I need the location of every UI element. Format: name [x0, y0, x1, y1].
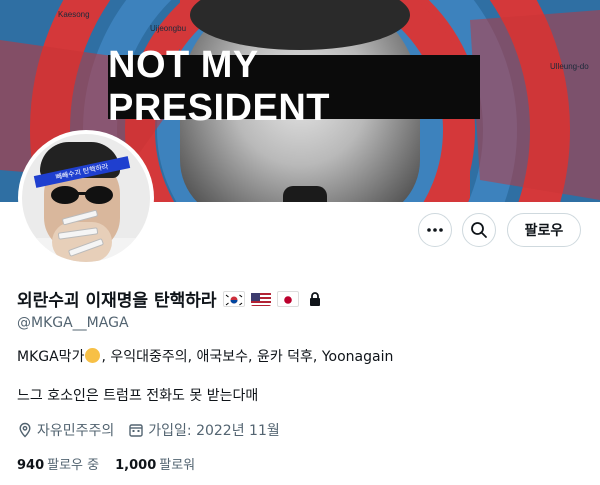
display-name: 외란수괴 이재명을 탄핵하라	[17, 291, 217, 311]
more-horizontal-icon	[427, 228, 443, 232]
bio-text: MKGA막가	[17, 349, 85, 365]
profile-avatar[interactable]: 빼빼수괴 탄핵하라	[18, 130, 154, 266]
joined-text: 가입일: 2022년 11월	[148, 423, 280, 439]
location-pin-icon	[19, 422, 31, 438]
calendar-icon	[129, 424, 143, 437]
map-label-kaesong: Kaesong	[58, 10, 90, 19]
search-icon	[471, 222, 487, 238]
followers-label: 팔로워	[159, 458, 196, 473]
follow-button[interactable]: 팔로우	[507, 213, 581, 247]
following-count: 940	[17, 458, 45, 473]
location-text: 자유민주주의	[37, 423, 115, 439]
display-name-row: 외란수괴 이재명을 탄핵하라	[17, 286, 323, 311]
following-link[interactable]: 940 팔로우 중	[17, 454, 99, 473]
followers-count: 1,000	[115, 458, 157, 473]
banner-microphone	[283, 186, 327, 202]
avatar-image: 빼빼수괴 탄핵하라	[22, 134, 150, 262]
bio-text: , 우익대중주의, 애국보수, 윤카 덕후, Yoonagain	[101, 349, 394, 365]
avatar-sunglasses	[51, 186, 113, 204]
following-label: 팔로우 중	[47, 458, 100, 473]
joined-item: 가입일: 2022년 11월	[128, 420, 280, 440]
profile-handle: @MKGA__MAGA	[17, 315, 129, 331]
followers-link[interactable]: 1,000 팔로워	[115, 454, 195, 473]
map-label-uijeongbu: Uijeongbu	[150, 24, 187, 33]
bio-line-2: 느그 호소인은 트럼프 전화도 못 받는다매	[17, 388, 259, 404]
banner-headline: NOT MY PRESIDENT	[108, 44, 480, 129]
map-label-ulleung: Ulleung-do	[550, 62, 589, 71]
bio-line-1: MKGA막가 , 우익대중주의, 애국보수, 윤카 덕후, Yoonagain	[17, 346, 393, 366]
profile-meta: 자유민주주의 가입일: 2022년 11월	[17, 420, 294, 440]
follow-stats: 940 팔로우 중 1,000 팔로워	[17, 454, 211, 473]
lock-icon	[309, 291, 320, 306]
search-profile-button[interactable]	[462, 213, 496, 247]
japan-flag-icon	[276, 290, 299, 307]
more-options-button[interactable]	[418, 213, 452, 247]
location-item: 자유민주주의	[17, 420, 114, 440]
korea-flag-icon	[222, 290, 245, 307]
saluting-face-emoji-icon	[85, 348, 101, 363]
usa-flag-icon	[250, 292, 271, 306]
